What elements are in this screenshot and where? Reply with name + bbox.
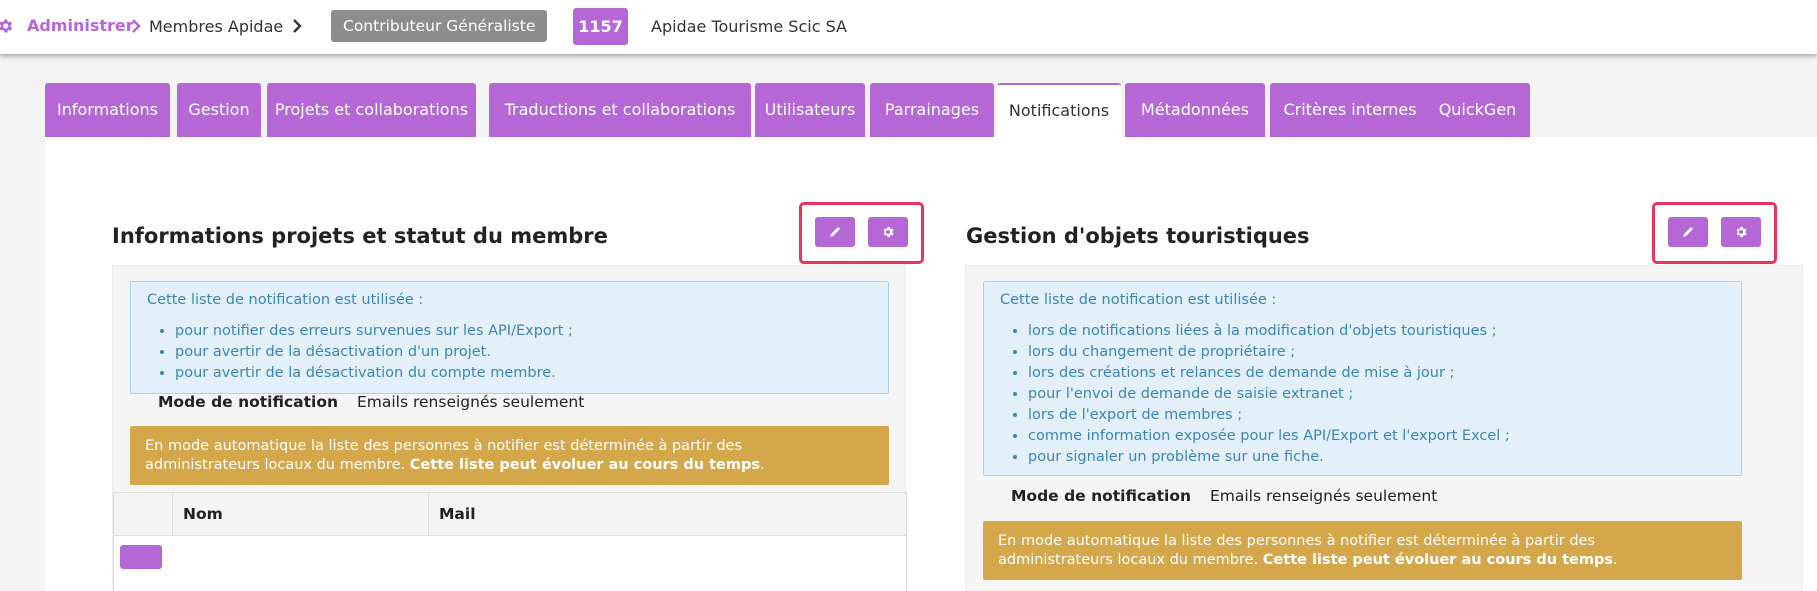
list-item: comme information exposée pour les API/E… — [1028, 426, 1510, 447]
tab-metadonnees[interactable]: Métadonnées — [1125, 83, 1265, 137]
gear-icon — [883, 226, 894, 238]
settings-button[interactable] — [868, 217, 908, 247]
recipients-table: Nom Mail — [113, 492, 907, 591]
tab-quickgen[interactable]: QuickGen — [1425, 83, 1530, 137]
list-item: lors de notifications liées à la modific… — [1028, 321, 1510, 342]
role-badge: Contributeur Généraliste — [331, 10, 548, 42]
top-bar: Administrer Membres Apidae Contributeur … — [0, 0, 1817, 54]
organization-name: Apidae Tourisme Scic SA — [651, 17, 847, 36]
tab-gestion[interactable]: Gestion — [177, 83, 261, 137]
info-intro: Cette liste de notification est utilisée… — [147, 292, 424, 308]
notification-mode-row: Mode de notification Emails renseignés s… — [158, 393, 584, 411]
warning-box: En mode automatique la liste des personn… — [983, 521, 1742, 580]
section-title-objets: Gestion d'objets touristiques — [966, 224, 1310, 248]
list-item: pour avertir de la désactivation d'un pr… — [175, 342, 573, 363]
column-nom: Nom — [172, 493, 428, 536]
notifications-content: Informations projets et statut du membre… — [45, 137, 1817, 591]
notification-panel-projets: Cette liste de notification est utilisée… — [112, 265, 907, 591]
list-item: lors du changement de propriétaire ; — [1028, 342, 1510, 363]
info-intro: Cette liste de notification est utilisée… — [1000, 292, 1277, 308]
list-item: lors de l'export de membres ; — [1028, 405, 1510, 426]
warning-end: . — [759, 457, 765, 473]
pencil-icon — [1683, 227, 1693, 237]
notification-panel-objets: Cette liste de notification est utilisée… — [965, 265, 1803, 591]
tab-informations[interactable]: Informations — [45, 83, 170, 137]
warning-bold: Cette liste peut évoluer au cours du tem… — [1262, 552, 1613, 568]
edit-button[interactable] — [815, 217, 855, 247]
warning-box: En mode automatique la liste des personn… — [130, 426, 889, 485]
list-item: pour notifier des erreurs survenues sur … — [175, 321, 573, 342]
warning-bold: Cette liste peut évoluer au cours du tem… — [409, 457, 760, 473]
chevron-right-icon — [132, 19, 141, 33]
table-row — [114, 536, 906, 569]
chevron-right-icon — [293, 19, 302, 33]
row-action-button[interactable] — [120, 545, 162, 569]
notification-mode-row: Mode de notification Emails renseignés s… — [1011, 487, 1437, 505]
pencil-icon — [830, 227, 840, 237]
info-list: pour notifier des erreurs survenues sur … — [175, 321, 573, 384]
list-item: pour l'envoi de demande de saisie extran… — [1028, 384, 1510, 405]
breadcrumb-administrer[interactable]: Administrer — [27, 16, 134, 35]
mode-value: Emails renseignés seulement — [1209, 487, 1438, 505]
edit-button[interactable] — [1668, 217, 1708, 247]
tab-parrainages[interactable]: Parrainages — [870, 83, 994, 137]
section-title-projets: Informations projets et statut du membre — [112, 224, 608, 248]
breadcrumb-membres[interactable]: Membres Apidae — [149, 17, 283, 36]
mode-label: Mode de notification — [1011, 487, 1192, 505]
tab-traductions[interactable]: Traductions et collaborations — [489, 83, 751, 137]
tab-criteres-internes[interactable]: Critères internes — [1270, 83, 1430, 137]
gear-icon — [0, 19, 13, 33]
info-box: Cette liste de notification est utilisée… — [983, 281, 1742, 476]
mode-value: Emails renseignés seulement — [356, 393, 585, 411]
mode-label: Mode de notification — [158, 393, 339, 411]
table-header: Nom Mail — [114, 493, 906, 536]
warning-end: . — [1612, 552, 1618, 568]
column-actions — [114, 493, 172, 536]
member-id-badge: 1157 — [573, 8, 628, 45]
info-list: lors de notifications liées à la modific… — [1028, 321, 1510, 468]
gear-icon — [1736, 226, 1747, 238]
list-item: lors des créations et relances de demand… — [1028, 363, 1510, 384]
settings-button[interactable] — [1721, 217, 1761, 247]
tab-projets[interactable]: Projets et collaborations — [267, 83, 476, 137]
list-item: pour avertir de la désactivation du comp… — [175, 363, 573, 384]
tab-utilisateurs[interactable]: Utilisateurs — [755, 83, 865, 137]
tab-notifications[interactable]: Notifications — [997, 83, 1121, 137]
list-item: pour signaler un problème sur une fiche. — [1028, 447, 1510, 468]
column-mail: Mail — [428, 493, 908, 536]
info-box: Cette liste de notification est utilisée… — [130, 281, 889, 394]
